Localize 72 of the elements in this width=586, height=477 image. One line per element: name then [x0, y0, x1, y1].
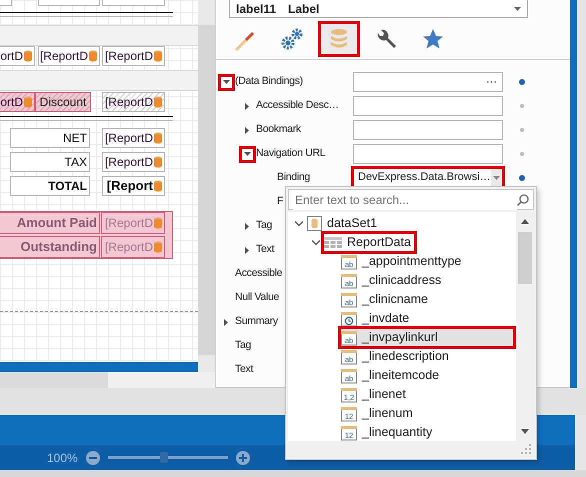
resize-grip-icon[interactable]: [521, 444, 531, 454]
report-label: Discount: [35, 92, 91, 112]
report-field: [Report: [102, 176, 165, 196]
table-icon: [324, 237, 342, 248]
report-label: NET: [10, 128, 90, 148]
property-label: Text: [256, 242, 274, 258]
search-icon: [517, 194, 529, 206]
report-field: [ReportD: [102, 92, 165, 112]
property-label: F: [277, 194, 284, 210]
date-field-icon: [341, 310, 357, 326]
database-icon: [154, 156, 162, 168]
slider-thumb[interactable]: [160, 452, 168, 463]
expand-arrow-icon[interactable]: [220, 76, 233, 88]
report-field: [ReportD: [38, 46, 100, 66]
star-icon: [421, 26, 445, 50]
property-label: Accessible Desc…: [256, 98, 339, 114]
panel-tab[interactable]: [320, 22, 358, 54]
report-label: TAX: [10, 152, 90, 172]
plus-icon: [238, 454, 247, 462]
report-label: Outstanding: [0, 236, 100, 258]
property-field[interactable]: [353, 96, 503, 116]
minus-icon: [88, 456, 97, 458]
report-field: ortD: [0, 46, 35, 66]
expand-arrow-icon[interactable]: [241, 148, 254, 160]
scrollbar-thumb[interactable]: [0, 372, 108, 388]
property-label: Summary: [235, 314, 278, 330]
database-icon: [24, 50, 32, 62]
report-field: [ReportD: [102, 152, 165, 172]
report-label: Amount Paid: [0, 212, 100, 234]
tree-item[interactable]: ReportData: [323, 233, 415, 252]
scrollbar-thumb[interactable]: [198, 25, 215, 355]
property-label: Binding: [277, 170, 310, 186]
caret-icon: [514, 6, 521, 10]
zoom-in-button[interactable]: [236, 450, 250, 464]
database-icon: [154, 241, 162, 253]
scroll-down-icon[interactable]: [521, 429, 529, 434]
property-field[interactable]: [353, 120, 503, 140]
report-field: [ReportD: [102, 128, 165, 148]
report-field: ortD: [0, 92, 35, 112]
report-label: TOTAL: [10, 176, 90, 196]
database-icon: [307, 216, 322, 231]
property-label: Tag: [256, 218, 272, 234]
scrollbar-thumb[interactable]: [518, 232, 532, 284]
property-label: Navigation URL: [256, 146, 326, 162]
property-label: Accessible: [235, 266, 282, 282]
database-icon: [89, 50, 97, 62]
database-icon: [154, 50, 162, 62]
property-label: Tag: [235, 338, 252, 354]
property-label: Text: [235, 362, 254, 378]
report-field: [ReportD: [101, 236, 165, 258]
caret-icon: [492, 176, 500, 180]
database-icon: [154, 96, 162, 108]
property-label: Null Value: [235, 290, 280, 306]
search-field[interactable]: Enter text to search...: [288, 189, 534, 210]
zoom-level: 100%: [47, 450, 78, 466]
database-icon: [154, 132, 162, 144]
zoom-out-button[interactable]: [86, 450, 100, 464]
report-field: [ReportD: [102, 46, 165, 66]
database-icon: [24, 96, 32, 108]
ellipsis-button[interactable]: ···: [481, 76, 502, 88]
binding-combo[interactable]: DevExpress.Data.Browsi…: [353, 168, 503, 188]
scroll-up-icon[interactable]: [521, 219, 529, 224]
report-field: [ReportD: [101, 212, 165, 234]
property-label: (Data Bindings): [235, 74, 303, 90]
property-field[interactable]: ···: [353, 72, 503, 92]
property-field[interactable]: [353, 144, 503, 164]
gears-icon: [280, 26, 304, 50]
property-label: Bookmark: [256, 122, 301, 138]
object-selector[interactable]: label11 Label: [229, 0, 528, 18]
database-icon: [154, 180, 162, 192]
tree-item[interactable]: dataSet1: [306, 214, 382, 233]
database-icon: [154, 217, 162, 229]
